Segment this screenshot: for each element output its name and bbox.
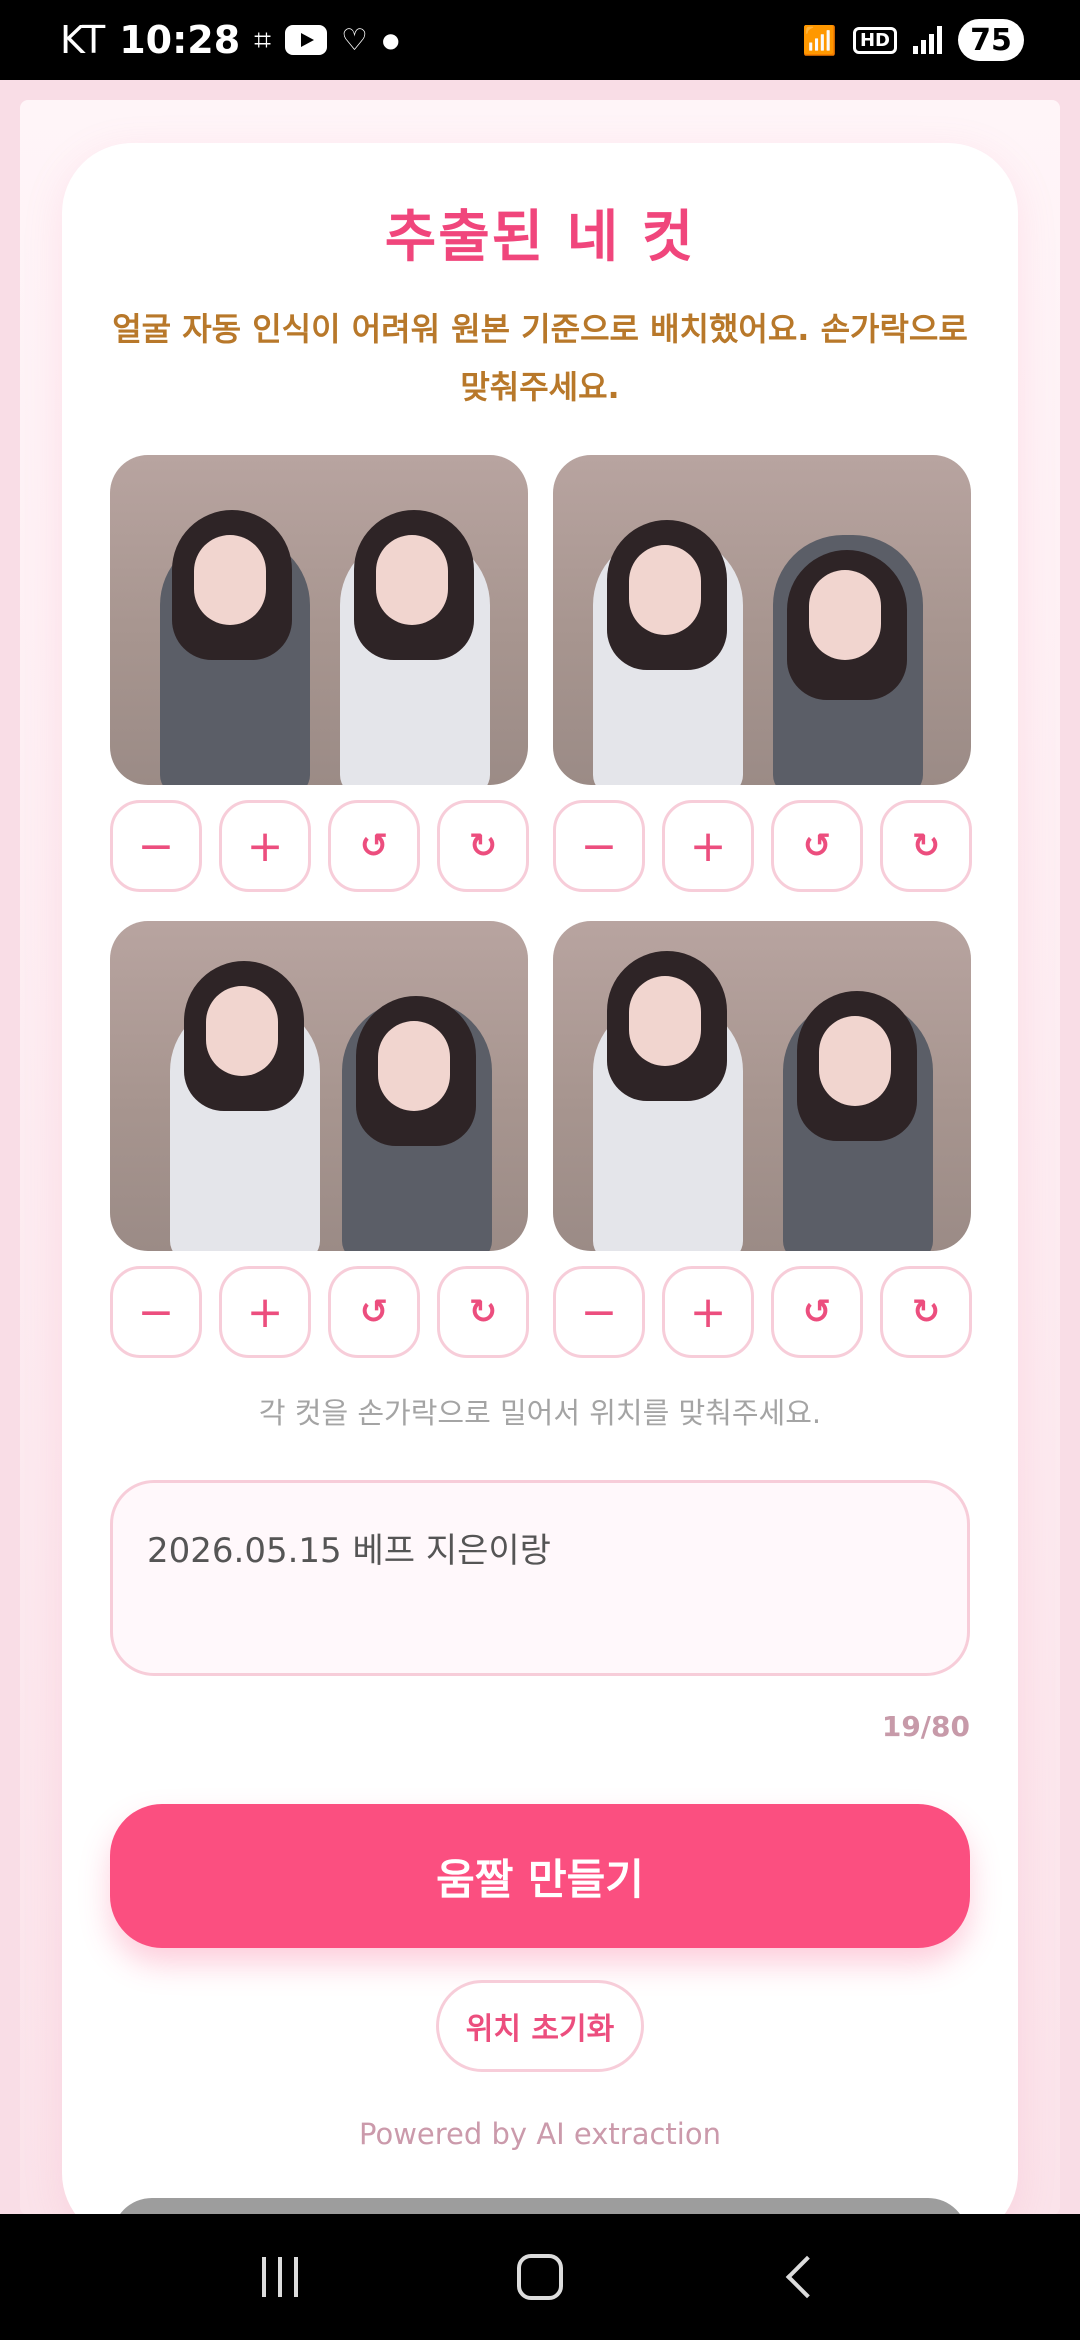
heart-app-icon: ♡	[341, 22, 368, 58]
rotate-left-button[interactable]: ↺	[328, 800, 420, 892]
status-bar: KT 10:28 ⌗ ♡ ● 📶 HD 75	[0, 0, 1080, 80]
status-left: KT 10:28 ⌗ ♡ ●	[60, 18, 399, 62]
clock: 10:28	[119, 18, 241, 62]
rotate-left-button[interactable]: ↺	[771, 800, 863, 892]
rotate-left-button[interactable]: ↺	[328, 1266, 420, 1358]
signal-icon	[913, 26, 942, 54]
page-subtitle: 얼굴 자동 인식이 어려워 원본 기준으로 배치했어요. 손가락으로 맞춰주세요…	[112, 310, 968, 406]
zoom-out-button[interactable]: −	[110, 1266, 202, 1358]
make-gif-button[interactable]: 움짤 만들기	[110, 1804, 970, 1948]
zoom-in-button[interactable]: +	[662, 1266, 754, 1358]
screenshot-icon: ⌗	[254, 22, 272, 58]
person-face	[376, 535, 448, 625]
character-counter: 19/80	[881, 1710, 970, 1743]
zoom-in-button[interactable]: +	[662, 800, 754, 892]
photo-cut-3[interactable]	[110, 921, 528, 1251]
zoom-out-button[interactable]: −	[553, 800, 645, 892]
page-title: 추출된 네 컷	[384, 205, 696, 270]
back-button[interactable]	[770, 2247, 830, 2307]
photo-cut-1[interactable]	[110, 455, 528, 785]
wifi-icon: 📶	[802, 23, 837, 57]
carrier-label: KT	[60, 18, 106, 62]
photo-4-controls: − + ↺ ↻	[553, 1266, 972, 1358]
person-face	[819, 1016, 891, 1106]
zoom-in-button[interactable]: +	[219, 800, 311, 892]
powered-by-label: Powered by AI extraction	[359, 2117, 721, 2151]
home-icon	[517, 2254, 563, 2300]
youtube-icon	[285, 25, 328, 55]
back-icon	[785, 2255, 829, 2299]
rotate-right-button[interactable]: ↻	[437, 1266, 529, 1358]
recent-apps-icon	[262, 2257, 298, 2297]
status-right: 📶 HD 75	[802, 19, 1024, 61]
hd-icon: HD	[852, 26, 897, 54]
person-face	[206, 986, 278, 1076]
photo-cut-4[interactable]	[553, 921, 971, 1251]
dot-icon: ●	[381, 28, 400, 52]
photo-cut-2[interactable]	[553, 455, 971, 785]
person-face	[629, 545, 701, 635]
rotate-left-button[interactable]: ↺	[771, 1266, 863, 1358]
zoom-out-button[interactable]: −	[110, 800, 202, 892]
home-button[interactable]	[510, 2247, 570, 2307]
person-face	[378, 1021, 450, 1111]
photo-3-controls: − + ↺ ↻	[110, 1266, 529, 1358]
person-face	[809, 570, 881, 660]
navigation-bar	[0, 2214, 1080, 2340]
photo-2-controls: − + ↺ ↻	[553, 800, 972, 892]
battery-icon: 75	[958, 19, 1024, 61]
person-face	[194, 535, 266, 625]
rotate-right-button[interactable]: ↻	[880, 1266, 972, 1358]
zoom-in-button[interactable]: +	[219, 1266, 311, 1358]
recent-apps-button[interactable]	[250, 2247, 310, 2307]
rotate-right-button[interactable]: ↻	[880, 800, 972, 892]
reset-position-button[interactable]: 위치 초기화	[436, 1980, 644, 2072]
caption-input[interactable]: 2026.05.15 베프 지은이랑	[110, 1480, 970, 1676]
zoom-out-button[interactable]: −	[553, 1266, 645, 1358]
rotate-right-button[interactable]: ↻	[437, 800, 529, 892]
photo-1-controls: − + ↺ ↻	[110, 800, 529, 892]
drag-hint: 각 컷을 손가락으로 밀어서 위치를 맞춰주세요.	[258, 1396, 822, 1430]
person-face	[629, 976, 701, 1066]
